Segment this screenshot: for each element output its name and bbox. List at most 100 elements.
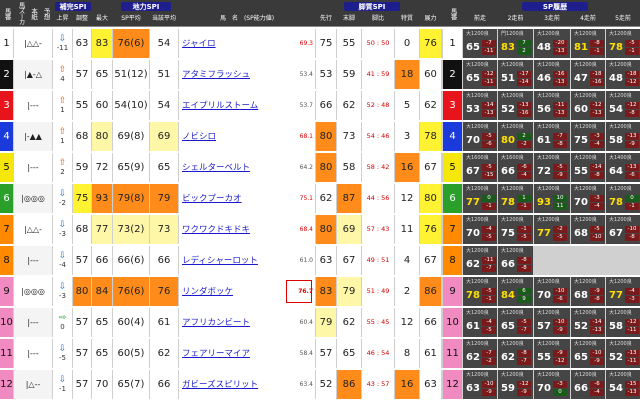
tougai-average: 54: [150, 28, 178, 58]
matsuashi-value: 62: [337, 90, 361, 120]
horse-name-link[interactable]: ワクワクドキドキ: [179, 214, 283, 244]
past-race-diff-value: -1: [625, 48, 639, 56]
past-race-course: 大1200良: [466, 92, 489, 99]
chousei-value: 57: [73, 59, 91, 89]
past-race-diff-value: -3: [625, 296, 639, 304]
past-race-course: 大1200良: [574, 216, 597, 223]
horse-number: 4: [0, 121, 13, 151]
sp-rating: 69.3: [283, 28, 315, 58]
past-race-values: 65 -5 -7: [499, 318, 532, 337]
horse-name-link[interactable]: ビックプーカオ: [179, 183, 283, 213]
past-race-cell: 大1200良 77 -4 -3: [606, 276, 640, 306]
tenryoku-value: 76: [420, 214, 441, 244]
past-race-values: 52 -14 -13: [572, 318, 604, 337]
group-sp-history: SP履歴: [522, 2, 588, 11]
horse-name-link[interactable]: フェアリーマイア: [179, 338, 283, 368]
arrow-down-icon: ⇩: [58, 282, 67, 293]
group-chiryoku-spi: 地力SPI: [121, 2, 171, 11]
past-race-sp: 75: [574, 135, 588, 147]
past-race-sp: 70: [537, 290, 551, 302]
past-race-diff: -5 -1: [625, 40, 639, 56]
past-race-course: 大1200良: [501, 278, 524, 285]
trend-indicator: ⇩ -11: [53, 28, 72, 58]
past-race-diff-value: -9: [553, 350, 567, 358]
past-race-sp: 58: [609, 135, 623, 147]
past-race-diff: -6 -4: [517, 164, 531, 180]
past-race-diff: -18 -12: [625, 71, 639, 87]
arrow-down-icon: ⇩: [58, 220, 67, 231]
past-race-values: 64 -13 -6: [607, 163, 639, 182]
header-past-2: 2走前: [498, 13, 533, 25]
horse-name-link[interactable]: ノビシロ: [179, 121, 283, 151]
past-race-sp: 81: [574, 42, 588, 54]
past-race-diff: -13 -16: [517, 102, 531, 118]
past-race-diff-value: -2: [517, 141, 531, 149]
sp-rating: 53.4: [283, 59, 315, 89]
chousei-value: 63: [73, 28, 91, 58]
tokushitsu-value: 12: [395, 183, 419, 213]
header-baban-right: 馬番: [443, 1, 462, 25]
saidai-value: 65: [92, 59, 112, 89]
past-race-values: 55 -9 -12: [535, 349, 569, 368]
past-race-course: 大1200良: [537, 123, 560, 130]
tougai-average: 66: [150, 369, 178, 399]
past-race-diff-value: -9: [553, 172, 567, 180]
past-race-values: 68 -5 -10: [572, 225, 604, 244]
horse-name-link[interactable]: エイプリルストーム: [179, 90, 283, 120]
past-race-diff-value: -12: [625, 79, 639, 87]
tokushitsu-value: 2: [395, 276, 419, 306]
past-race-sp: 70: [537, 383, 551, 395]
horse-name-link[interactable]: アフリカンビート: [179, 307, 283, 337]
prediction-marks: |---: [14, 245, 52, 275]
past-race-course: 大1200良: [609, 278, 632, 285]
trend-value: -5: [59, 354, 66, 363]
past-race-sp: 65: [574, 352, 588, 364]
past-race-diff: -9 -8: [590, 288, 604, 304]
past-race-cell: 大1200良 52 -13 -16: [498, 90, 533, 120]
past-race-sp: 61: [537, 135, 551, 147]
past-race-course: 大1200良: [466, 30, 489, 37]
past-race-course: 大1200良: [574, 92, 597, 99]
arrow-down-icon: ⇩: [58, 189, 67, 200]
sp-rating: 60.4: [283, 307, 315, 337]
past-race-diff-value: -5: [482, 164, 496, 172]
past-race-cell: 大1200良 58 -12 -11: [606, 307, 640, 337]
chousei-value: 68: [73, 214, 91, 244]
chousei-value: 75: [73, 183, 91, 213]
past-race-diff-value: -13: [517, 102, 531, 110]
past-race-course: 大1200良: [574, 123, 597, 130]
horse-name-link[interactable]: レディシャーロット: [179, 245, 283, 275]
prediction-marks: |▲-△: [14, 59, 52, 89]
past-race-diff-value: -8: [590, 172, 604, 180]
past-race-cell: 大1200良 65 -7 -11: [463, 28, 497, 58]
arrow-down-icon: ⇩: [58, 375, 67, 386]
horse-number: 8: [0, 245, 13, 275]
trend-indicator: ⇧ 2: [53, 152, 72, 182]
trend-indicator: ⇧ 4: [53, 59, 72, 89]
past-race-diff-value: -10: [590, 234, 604, 242]
saidai-value: 80: [92, 121, 112, 151]
horse-name-link[interactable]: リンダボッケ: [179, 276, 283, 306]
header-kenkai: 本紙: [27, 1, 39, 25]
header-past-4: 4走前: [571, 13, 605, 25]
prediction-marks: |△△-: [14, 214, 52, 244]
kyakuhi-ratio: 52 : 48: [362, 90, 394, 120]
horse-name-link[interactable]: シェルターベルト: [179, 152, 283, 182]
past-race-cell: 大1200良 62 -7 -2: [463, 338, 497, 368]
past-race-diff: -12 -9: [517, 381, 531, 397]
horse-name-link[interactable]: ジャイロ: [179, 28, 283, 58]
horse-name-link[interactable]: アタミフラッシュ: [179, 59, 283, 89]
past-race-diff-value: -3: [590, 195, 604, 203]
matsuashi-value: 86: [337, 369, 361, 399]
saidai-value: 93: [92, 183, 112, 213]
horse-name-link[interactable]: ガビーズスピリット: [179, 369, 283, 399]
past-race-cell: 大1200良 75 -1 -5: [498, 214, 533, 244]
kyakuhi-ratio: 44 : 56: [362, 183, 394, 213]
past-race-values: 58 -12 -11: [607, 318, 639, 337]
past-race-diff-value: -4: [625, 288, 639, 296]
past-race-diff: -16 -13: [553, 71, 567, 87]
past-race-cell: 大1200良 77 -2 -5: [534, 214, 570, 244]
past-race-diff-value: -11: [482, 79, 496, 87]
past-race-values: 54 -12 -8: [607, 101, 639, 120]
chousei-value: 80: [73, 276, 91, 306]
